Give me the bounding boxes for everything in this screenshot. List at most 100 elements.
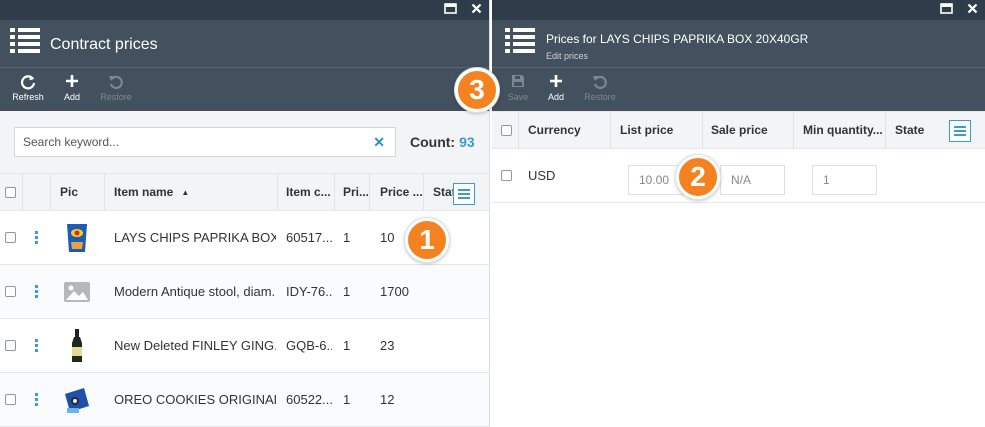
column-item-name[interactable]: Item name ▲ xyxy=(114,174,189,210)
column-currency[interactable]: Currency xyxy=(528,112,581,148)
add-label: Add xyxy=(547,92,564,102)
table-row[interactable]: Modern Antique stool, diam... IDY-76... … xyxy=(0,265,489,319)
row-checkbox[interactable] xyxy=(5,373,16,426)
column-state[interactable]: State xyxy=(895,112,924,148)
cookie-box-image xyxy=(60,373,94,426)
count-value: 93 xyxy=(459,134,475,150)
row-menu-icon[interactable] xyxy=(34,373,38,426)
add-button[interactable]: Add xyxy=(534,74,578,102)
chips-bag-image xyxy=(60,211,94,264)
close-icon[interactable] xyxy=(471,2,482,18)
item-price: 10 xyxy=(380,230,395,245)
item-priority: 1 xyxy=(343,230,351,245)
page-title: Contract prices xyxy=(50,36,158,53)
column-sale-price[interactable]: Sale price xyxy=(711,112,768,148)
table-row[interactable]: New Deleted FINLEY GING... GQB-6... 1 23 xyxy=(0,319,489,373)
list-icon xyxy=(10,28,40,54)
prices-grid: Currency List price Sale price Min quant… xyxy=(492,111,985,203)
item-code: 60522... xyxy=(286,392,332,407)
refresh-label: Refresh xyxy=(12,92,44,102)
column-item-code[interactable]: Item c... xyxy=(286,174,334,210)
count-label: Count: xyxy=(410,134,456,150)
edit-prices-blade: Prices for LAYS CHIPS PAPRIKA BOX 20X40G… xyxy=(492,0,985,427)
item-name: LAYS CHIPS PAPRIKA BOX ... xyxy=(114,230,276,245)
column-chooser-button[interactable] xyxy=(949,120,971,142)
item-price: 1700 xyxy=(380,284,409,299)
undo-icon xyxy=(578,74,622,92)
undo-icon xyxy=(94,74,138,92)
left-blade-header: Contract prices xyxy=(0,20,489,68)
item-name: Modern Antique stool, diam... xyxy=(114,284,276,299)
bottle-image xyxy=(60,319,94,372)
restore-button[interactable]: Restore xyxy=(94,74,138,102)
close-icon[interactable] xyxy=(967,2,978,18)
grid-header: Currency List price Sale price Min quant… xyxy=(492,111,985,149)
column-state[interactable]: Stat xyxy=(433,174,455,210)
item-name: New Deleted FINLEY GING... xyxy=(114,338,276,353)
refresh-button[interactable]: Refresh xyxy=(6,74,50,102)
item-priority: 1 xyxy=(343,392,351,407)
callout-badge-3: 3 xyxy=(455,68,499,112)
restore-label: Restore xyxy=(584,92,616,102)
items-grid: Pic Item name ▲ Item c... Pri... Price ..… xyxy=(0,173,489,427)
search-row: ✕ Count:93 xyxy=(0,111,489,173)
maximize-icon[interactable] xyxy=(940,2,953,18)
page-subtitle: Edit prices xyxy=(546,51,589,61)
item-priority: 1 xyxy=(343,338,351,353)
item-price: 23 xyxy=(380,338,395,353)
item-price: 12 xyxy=(380,392,395,407)
item-priority: 1 xyxy=(343,284,351,299)
refresh-icon xyxy=(6,74,50,92)
maximize-icon[interactable] xyxy=(444,2,457,18)
item-code: GQB-6... xyxy=(286,338,332,353)
item-name: OREO COOKIES ORIGINAL ... xyxy=(114,392,276,407)
item-code: 60517... xyxy=(286,230,332,245)
sale-price-input[interactable]: N/A xyxy=(720,165,785,195)
column-item-name-label: Item name xyxy=(114,185,174,199)
add-button[interactable]: Add xyxy=(50,74,94,102)
sort-asc-icon: ▲ xyxy=(181,187,190,197)
row-menu-icon[interactable] xyxy=(34,265,38,318)
row-menu-icon[interactable] xyxy=(34,211,38,264)
save-label: Save xyxy=(507,92,529,102)
column-list-price[interactable]: List price xyxy=(620,112,673,148)
select-all-checkbox[interactable] xyxy=(501,112,512,148)
table-row[interactable]: USD 10.00 N/A 1 xyxy=(492,149,985,203)
left-window-bar xyxy=(0,0,489,20)
row-menu-icon[interactable] xyxy=(34,319,38,372)
image-placeholder-icon xyxy=(60,265,94,318)
page-title: Prices for LAYS CHIPS PAPRIKA BOX 20X40G… xyxy=(546,32,809,46)
restore-label: Restore xyxy=(100,92,132,102)
right-toolbar: Save Add Restore xyxy=(492,68,985,111)
select-all-checkbox[interactable] xyxy=(5,174,16,210)
table-row[interactable]: OREO COOKIES ORIGINAL ... 60522... 1 12 xyxy=(0,373,489,427)
count-display: Count: 93 xyxy=(410,134,475,150)
left-toolbar: Refresh Add Restore xyxy=(0,68,489,111)
search-input[interactable] xyxy=(15,128,355,156)
right-blade-header: Prices for LAYS CHIPS PAPRIKA BOX 20X40G… xyxy=(492,20,985,68)
callout-badge-1: 1 xyxy=(405,218,449,262)
plus-icon xyxy=(50,74,94,92)
column-priority[interactable]: Pri... xyxy=(343,174,368,210)
column-pic[interactable]: Pic xyxy=(60,174,78,210)
search-box: ✕ xyxy=(14,127,396,157)
currency-value: USD xyxy=(528,168,556,183)
row-checkbox[interactable] xyxy=(5,211,16,264)
item-code: IDY-76... xyxy=(286,284,332,299)
callout-badge-2: 2 xyxy=(676,155,720,199)
min-quantity-input[interactable]: 1 xyxy=(812,165,877,195)
plus-icon xyxy=(534,74,578,92)
list-icon xyxy=(505,28,535,54)
row-checkbox[interactable] xyxy=(5,265,16,318)
grid-header: Pic Item name ▲ Item c... Pri... Price ..… xyxy=(0,173,489,211)
row-checkbox[interactable] xyxy=(501,149,512,202)
row-checkbox[interactable] xyxy=(5,319,16,372)
clear-search-icon[interactable]: ✕ xyxy=(373,134,385,151)
right-window-bar xyxy=(492,0,985,20)
column-chooser-button[interactable] xyxy=(453,183,475,205)
column-price[interactable]: Price ... xyxy=(380,174,422,210)
restore-button[interactable]: Restore xyxy=(578,74,622,102)
column-min-quantity[interactable]: Min quantity... xyxy=(803,112,887,148)
add-label: Add xyxy=(63,92,80,102)
contract-prices-blade: Contract prices Refresh Add Restore ✕ xyxy=(0,0,490,427)
